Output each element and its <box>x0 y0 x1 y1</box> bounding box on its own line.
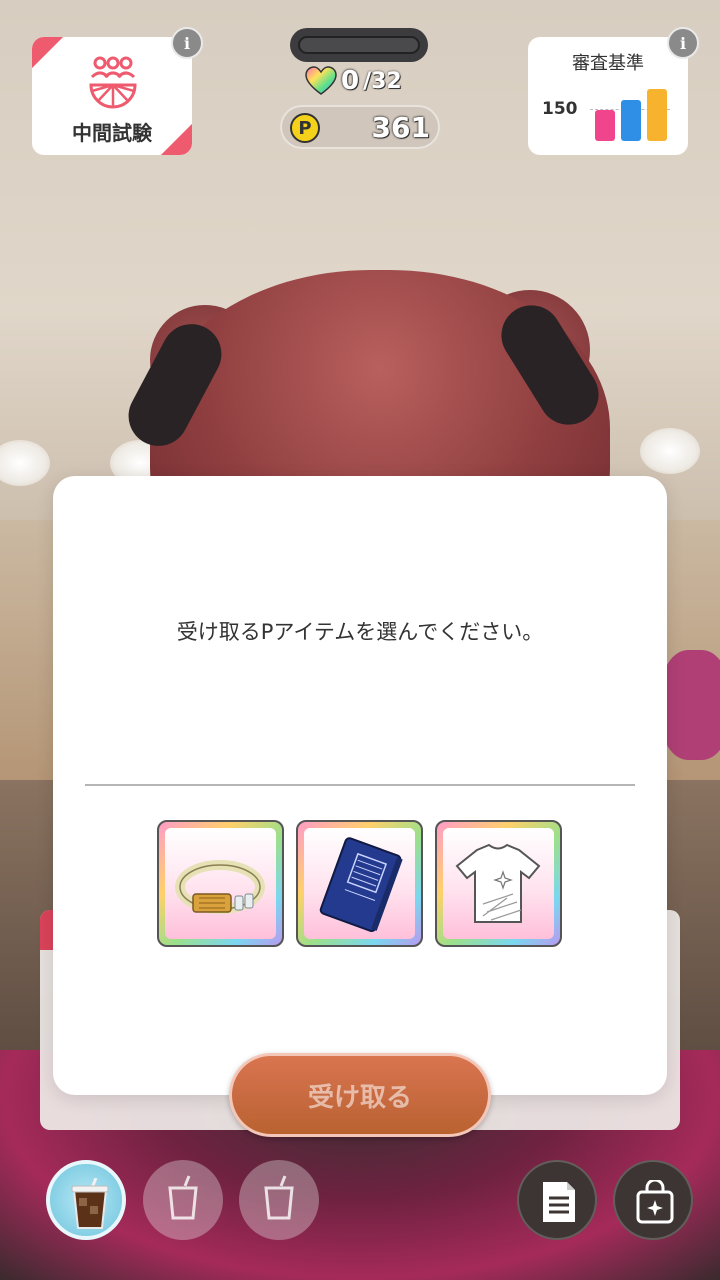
character-side-hair <box>660 650 720 760</box>
mirror-light <box>640 428 700 474</box>
rainbow-heart-icon <box>305 66 337 95</box>
heart-value: 0 <box>341 66 360 96</box>
criteria-bar-dance <box>621 100 641 141</box>
iced-coffee-icon <box>71 1178 109 1229</box>
drink-slot-2[interactable] <box>143 1160 223 1240</box>
item-bag-icon <box>636 1180 674 1224</box>
deck-list-button[interactable] <box>517 1160 597 1240</box>
deck-list-icon <box>543 1182 575 1222</box>
drink-slot-3[interactable] <box>239 1160 319 1240</box>
p-coin-icon: P <box>290 113 320 143</box>
item-bag-button[interactable] <box>613 1160 693 1240</box>
heart-counter: 0 /32 <box>305 66 402 96</box>
points-value: 361 <box>371 111 430 144</box>
stamina-gauge <box>290 28 428 62</box>
item-select-dialog: 受け取るPアイテムを選んでください。 <box>53 476 667 1095</box>
item-choice-tshirt[interactable] <box>435 820 562 947</box>
criteria-bar-vocal <box>595 110 615 141</box>
criteria-card[interactable]: 審査基準 150 <box>528 37 688 155</box>
notebook-icon <box>319 837 403 933</box>
criteria-bar-visual <box>647 89 667 141</box>
audience-wheel-icon <box>89 56 137 109</box>
item-choice-bracelet[interactable] <box>157 820 284 947</box>
item-choice-notebook[interactable] <box>296 820 423 947</box>
heart-max: /32 <box>363 68 402 94</box>
criteria-title: 審査基準 <box>572 53 644 74</box>
empty-drink-slot-icon <box>264 1175 294 1220</box>
criteria-info-icon[interactable]: i <box>667 27 699 59</box>
drink-slot-1[interactable] <box>46 1160 126 1240</box>
bracelet-icon <box>175 860 265 914</box>
item-choices <box>157 820 562 947</box>
card-corner-accent <box>32 37 64 69</box>
dialog-divider <box>85 784 635 786</box>
criteria-score: 150 <box>542 99 578 119</box>
receive-button[interactable]: 受け取る <box>229 1053 491 1137</box>
exam-card[interactable]: 中間試験 <box>32 37 192 155</box>
empty-drink-slot-icon <box>168 1175 198 1220</box>
points-counter: P 361 <box>280 105 440 149</box>
dialog-message: 受け取るPアイテムを選んでください。 <box>176 620 544 644</box>
exam-label: 中間試験 <box>72 121 152 145</box>
tshirt-icon <box>455 843 541 923</box>
exam-info-icon[interactable]: i <box>171 27 203 59</box>
